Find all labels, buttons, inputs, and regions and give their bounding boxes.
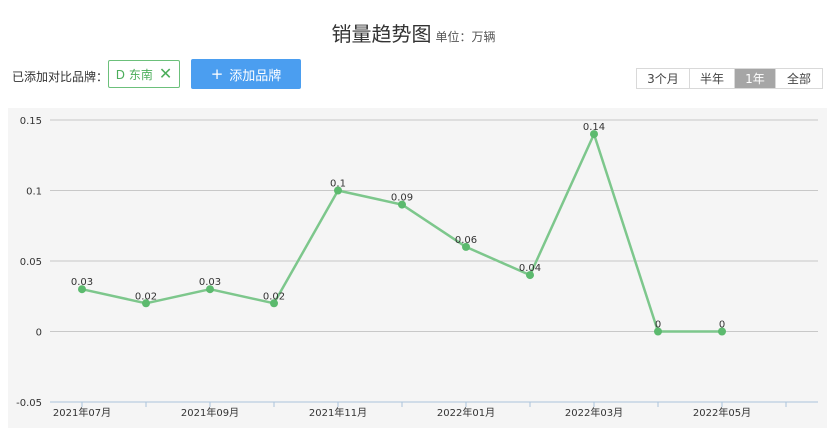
tab-all[interactable]: 全部 — [776, 69, 822, 88]
series-line — [81, 132, 722, 333]
chart-title: 销量趋势图 单位：万辆 — [0, 18, 827, 47]
y-tick-label: 0.1 — [26, 187, 42, 198]
y-tick-label: -0.05 — [16, 398, 42, 409]
page-title: 销量趋势图 — [331, 22, 432, 46]
data-label: 0 — [655, 320, 661, 331]
tab-1-year[interactable]: 1年 — [735, 69, 776, 88]
x-tick-label: 2022年01月 — [437, 406, 495, 419]
x-tick-label: 2022年03月 — [565, 406, 623, 419]
data-label: 0.06 — [455, 235, 477, 246]
data-label: 0.14 — [583, 122, 605, 133]
data-label: 0.1 — [330, 179, 346, 190]
plus-icon: + — [210, 64, 224, 83]
unit-label: 单位：万辆 — [435, 30, 496, 44]
chart-panel: 0.15 0.1 0.05 0 -0.05 2021年07月 2021年09月 2021年11… — [8, 108, 827, 428]
data-label: 0 — [719, 320, 725, 331]
data-label: 0.02 — [135, 291, 157, 302]
data-label: 0.03 — [199, 277, 221, 288]
y-tick-label: 0 — [36, 328, 42, 339]
data-label: 0.04 — [519, 263, 541, 274]
tab-label: 3个月 — [647, 72, 679, 86]
x-tick-label: 2021年09月 — [181, 406, 239, 419]
data-label: 0.03 — [71, 277, 93, 288]
added-brands-label: 已添加对比品牌： — [12, 70, 109, 84]
y-tick-label: 0.05 — [20, 257, 42, 268]
y-tick-label: 0.15 — [20, 116, 42, 127]
tab-label: 1年 — [745, 72, 765, 86]
tab-label: 全部 — [786, 72, 811, 86]
x-tick-label: 2021年11月 — [309, 406, 367, 419]
add-brand-button-label: 添加品牌 — [229, 68, 282, 84]
x-tick-label: 2021年07月 — [53, 406, 111, 419]
data-label: 0.02 — [263, 291, 285, 302]
brand-chip[interactable]: D 东南 ✕ — [108, 60, 180, 88]
range-tabs: 3个月 半年 1年 全部 — [636, 68, 823, 89]
tab-half-year[interactable]: 半年 — [690, 69, 735, 88]
line-chart: 0.15 0.1 0.05 0 -0.05 2021年07月 2021年09月 2021年11… — [16, 116, 818, 419]
data-label: 0.09 — [391, 193, 413, 204]
x-tick-label: 2022年05月 — [693, 406, 751, 419]
brand-chip-label: D 东南 — [115, 67, 153, 82]
tab-3-months[interactable]: 3个月 — [637, 69, 690, 88]
add-brand-button[interactable]: + 添加品牌 — [191, 59, 301, 89]
close-icon[interactable]: ✕ — [159, 66, 172, 82]
tab-label: 半年 — [699, 72, 724, 86]
